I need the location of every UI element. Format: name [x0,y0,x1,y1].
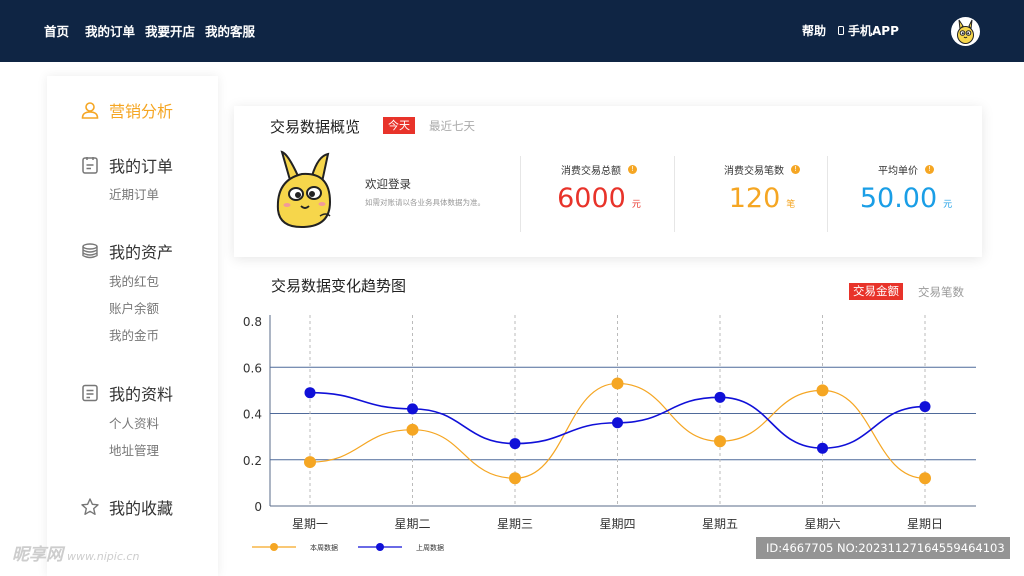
data-point [714,391,726,403]
y-tick-label: 0.2 [243,454,262,468]
legend-marker [270,543,278,551]
data-point [611,377,624,390]
data-point [509,438,521,450]
watermark-logo: 昵享网 www.nipic.cn [12,540,139,565]
data-point [816,384,829,397]
data-point [304,456,316,469]
x-tick-label: 星期日 [907,517,943,531]
x-tick-label: 星期二 [394,517,430,531]
x-tick-label: 星期五 [702,517,738,531]
data-point [407,403,418,415]
data-point [612,417,623,429]
y-tick-label: 0.4 [243,408,262,422]
y-tick-label: 0.8 [243,315,262,329]
data-point [817,442,828,454]
legend-marker [376,543,384,551]
watermark-id: ID:4667705 NO:20231127164559464103 [756,537,1010,559]
data-point [919,472,931,485]
trend-line-chart: 0 0.2 0.4 0.6 0.8 星期一 星期二 星期三 星期四 星期五 星期六 星期日本周数据 上周… [243,315,976,552]
y-tick-label: 0 [254,500,262,514]
legend-label: 本周数据 [310,543,338,552]
watermark-url: www.nipic.cn [67,550,140,563]
y-tick-label: 0.6 [243,361,262,375]
x-tick-label: 星期三 [497,517,533,531]
data-point [714,435,726,448]
x-tick-label: 星期六 [804,517,840,531]
data-point [919,401,931,413]
data-point [406,423,419,436]
legend-label: 上周数据 [416,543,444,552]
watermark-site: 昵享网 [12,545,63,565]
x-tick-label: 星期四 [599,517,635,531]
x-tick-label: 星期一 [292,517,328,531]
data-point [304,387,316,399]
data-point [509,472,521,485]
